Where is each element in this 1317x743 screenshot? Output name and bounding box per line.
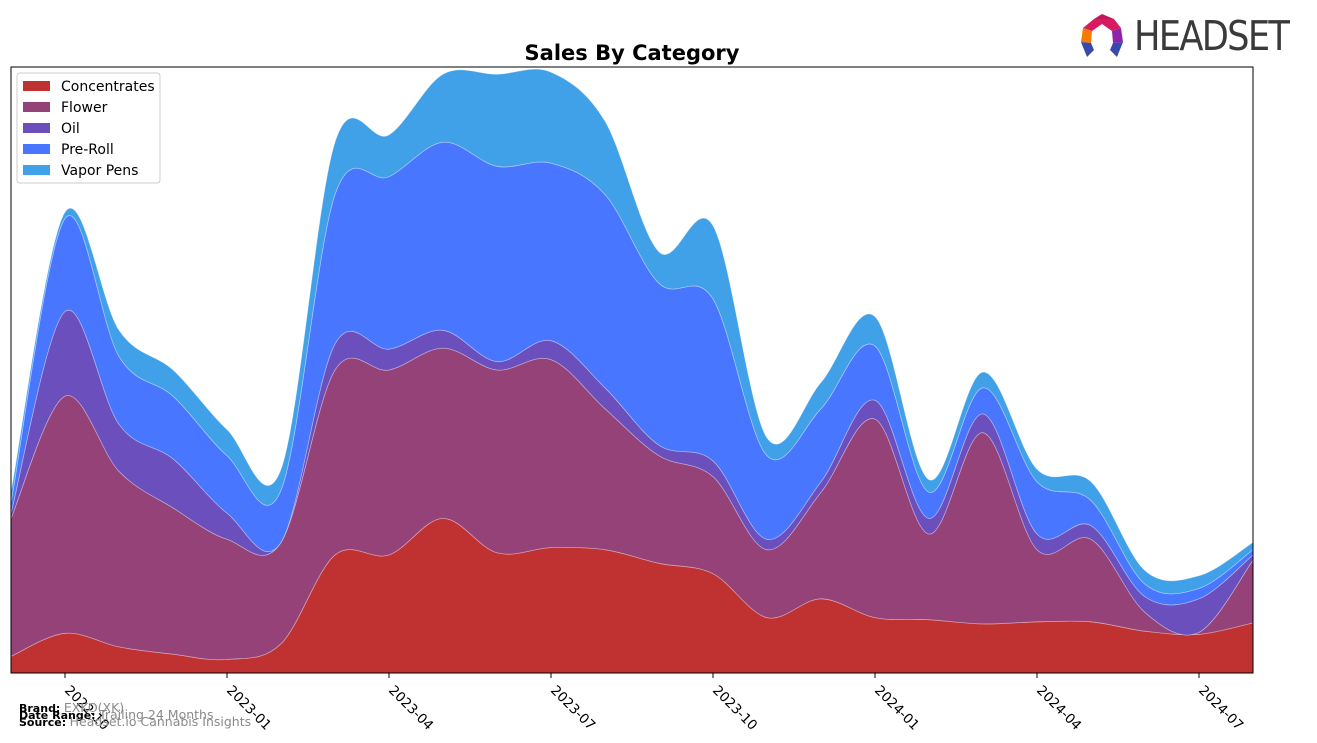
legend-label-pre-roll: Pre-Roll [61,142,114,158]
x-tick-label: 2024-07 [1195,683,1246,734]
source-value: Headset.io Cannabis Insights [69,714,252,729]
footer-source: Source: Headset.io Cannabis Insights [19,714,252,729]
x-tick-label: 2024-01 [871,683,922,734]
legend-swatch-oil [23,123,50,133]
legend-label-oil: Oil [61,121,80,137]
logo-text: HEADSET [1134,12,1290,60]
legend-swatch-concentrates [23,81,50,91]
legend-swatch-flower [23,102,50,112]
legend-swatch-vapor-pens [23,165,50,175]
legend-label-vapor-pens: Vapor Pens [61,163,138,179]
x-tick-label: 2024-04 [1033,683,1084,734]
x-tick-label: 2023-10 [709,683,760,734]
chart-title: Sales By Category [525,41,740,65]
source-label: Source: [19,716,67,729]
sales-by-category-chart: Sales By Category 2022-10 2023-01 2023-04 2… [10,41,1254,734]
legend: Concentrates Flower Oil Pre-Roll Vapor Pens [16,72,161,184]
area-layers [10,68,1254,674]
legend-swatch-pre-roll [23,144,50,154]
legend-label-concentrates: Concentrates [61,79,155,95]
x-tick-label: 2023-07 [547,683,598,734]
headset-logo: HEADSET [1078,12,1306,62]
x-tick-label: 2023-04 [385,683,436,734]
legend-label-flower: Flower [61,100,108,116]
headset-logo-icon [1081,14,1123,57]
